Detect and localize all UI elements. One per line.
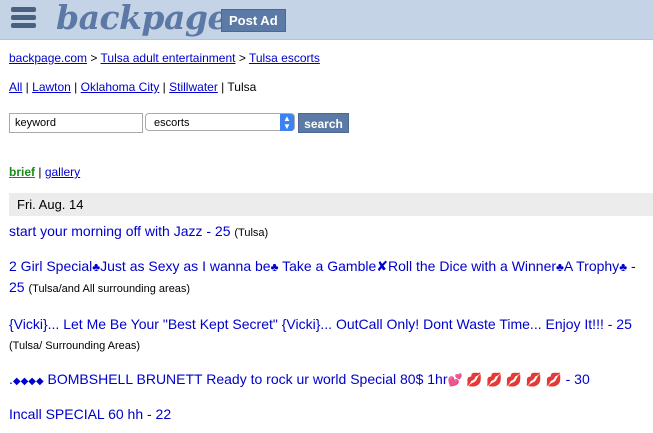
listing-item: start your morning off with Jazz - 25 (T… bbox=[9, 221, 649, 243]
listing-title-part: - 30 bbox=[561, 371, 590, 387]
listing-item: .◆◆◆◆ BOMBSHELL BRUNETT Ready to rock ur… bbox=[9, 369, 649, 392]
date-heading-text: Fri. Aug. 14 bbox=[17, 197, 84, 212]
listing-title-part: A Trophy bbox=[563, 258, 620, 274]
breadcrumb-category[interactable]: Tulsa adult entertainment bbox=[101, 51, 236, 65]
view-toggle: brief | gallery bbox=[9, 165, 80, 179]
city-filter: All | Lawton | Oklahoma City | Stillwate… bbox=[9, 80, 256, 94]
menu-icon[interactable] bbox=[11, 7, 36, 31]
search-button[interactable]: search bbox=[298, 113, 349, 133]
clover-icon: ♣ bbox=[619, 260, 628, 274]
breadcrumb-subcategory[interactable]: Tulsa escorts bbox=[249, 51, 320, 65]
city-link-all[interactable]: All bbox=[9, 80, 22, 94]
listing-title-part: BOMBSHELL BRUNETT Ready to rock ur world… bbox=[43, 371, 448, 387]
listing-title-link[interactable]: start your morning off with Jazz - 25 bbox=[9, 223, 231, 239]
listing-location: (Tulsa) bbox=[234, 227, 269, 239]
select-arrows-icon: ▲ ▼ bbox=[280, 114, 294, 131]
listing-item: 2 Girl Special♣Just as Sexy as I wanna b… bbox=[9, 256, 649, 299]
city-sep: | bbox=[217, 80, 228, 94]
city-link-stillwater[interactable]: Stillwater bbox=[169, 80, 218, 94]
breadcrumb-sep: > bbox=[87, 51, 101, 65]
view-brief-link[interactable]: brief bbox=[9, 165, 35, 179]
listing-item: Incall SPECIAL 60 hh - 22 bbox=[9, 404, 649, 424]
city-sep: | bbox=[22, 80, 33, 94]
category-select[interactable]: escorts ▲ ▼ bbox=[145, 113, 295, 131]
clover-icon: ♣ bbox=[556, 260, 564, 274]
listing-title-link[interactable]: .◆◆◆◆ BOMBSHELL BRUNETT Ready to rock ur… bbox=[9, 371, 590, 387]
site-logo[interactable]: backpage bbox=[56, 0, 228, 38]
listing-title-part: Just as Sexy as I wanna be bbox=[100, 258, 271, 274]
breadcrumb-sep: > bbox=[235, 51, 249, 65]
city-sep: | bbox=[70, 80, 81, 94]
city-link-oklahoma-city[interactable]: Oklahoma City bbox=[81, 80, 160, 94]
listing-title-part: 2 Girl Special bbox=[9, 258, 93, 274]
city-sep: | bbox=[159, 80, 170, 94]
breadcrumb-home[interactable]: backpage.com bbox=[9, 51, 87, 65]
listing-title-link[interactable]: {Vicki}... Let Me Be Your "Best Kept Sec… bbox=[9, 316, 632, 332]
diamond-icons: ◆◆◆◆ bbox=[12, 376, 44, 387]
lips-icons: 💋 💋 💋 💋 💋 bbox=[466, 372, 562, 387]
view-sep: | bbox=[35, 165, 45, 179]
listing-title-link[interactable]: Incall SPECIAL 60 hh - 22 bbox=[9, 406, 171, 422]
site-header: backpage Post Ad bbox=[0, 0, 653, 40]
listing-location: (Tulsa/and All surrounding areas) bbox=[28, 283, 191, 295]
keyword-input[interactable] bbox=[9, 113, 143, 133]
city-link-lawton[interactable]: Lawton bbox=[32, 80, 71, 94]
clover-icon: ♣ bbox=[92, 260, 101, 274]
breadcrumb: backpage.com > Tulsa adult entertainment… bbox=[9, 51, 320, 65]
listing-title-part: Take a Gamble bbox=[278, 258, 377, 274]
listing-title-part: Roll the Dice with a Winner bbox=[387, 258, 557, 274]
listing-item: {Vicki}... Let Me Be Your "Best Kept Sec… bbox=[9, 314, 649, 356]
listing-location: (Tulsa/ Surrounding Areas) bbox=[9, 340, 141, 352]
cross-icon: ✘ bbox=[376, 258, 388, 274]
category-select-value: escorts bbox=[154, 117, 190, 129]
city-current: Tulsa bbox=[227, 80, 257, 94]
view-gallery-link[interactable]: gallery bbox=[45, 165, 80, 179]
heart-icon: 💕 bbox=[447, 373, 463, 387]
post-ad-button[interactable]: Post Ad bbox=[221, 9, 286, 32]
date-heading: Fri. Aug. 14 bbox=[9, 193, 653, 216]
